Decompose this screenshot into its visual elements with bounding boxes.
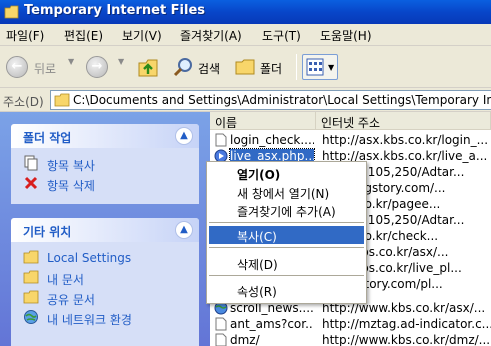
folders-icon	[235, 59, 255, 75]
file-name: dmz/	[230, 333, 260, 346]
views-button[interactable]: ▼	[302, 54, 338, 80]
menu-separator	[209, 275, 364, 276]
column-header-name[interactable]: 이름	[210, 112, 316, 130]
file-tasks-panel: 폴더 작업 ▲ 항목 복사 항목 삭제	[11, 124, 199, 204]
copy-item-label: 항목 복사	[47, 159, 95, 173]
menu-properties[interactable]: 속성(R)	[209, 281, 364, 299]
search-button[interactable]: 검색	[170, 54, 228, 80]
place-label: 내 네트워크 환경	[47, 313, 132, 327]
file-icon	[215, 317, 227, 331]
place-label: 공유 문서	[47, 293, 95, 307]
address-value: C:\Documents and Settings\Administrator\…	[73, 93, 491, 107]
network-icon	[24, 310, 38, 324]
chevron-down-icon[interactable]: ▼	[118, 57, 124, 66]
address-bar: 주소(D) C:\Documents and Settings\Administ…	[0, 88, 491, 112]
forward-button[interactable]: →	[86, 56, 108, 78]
place-local-settings[interactable]: Local Settings	[23, 248, 199, 268]
other-places-panel: 기타 위치 ▲ Local Settings 내 문서 공유 문서 내 네트워크…	[11, 218, 199, 346]
task-pane: 폴더 작업 ▲ 항목 복사 항목 삭제 기타 위치 ▲ Local Settin…	[0, 112, 210, 346]
menu-favorites[interactable]: 즐겨찾기(A)	[180, 27, 242, 44]
file-tasks-header[interactable]: 폴더 작업 ▲	[11, 124, 199, 148]
menu-tools[interactable]: 도구(T)	[262, 27, 301, 44]
file-name: ant_ams?cor....	[230, 317, 314, 331]
place-my-documents[interactable]: 내 문서	[23, 268, 199, 288]
file-name: login_check....	[230, 133, 314, 147]
collapse-icon[interactable]: ▲	[175, 127, 193, 145]
file-address: http://mztag.ad-indicator.c...	[322, 317, 491, 331]
file-icon	[215, 333, 227, 346]
place-label: 내 문서	[47, 273, 84, 287]
folder-icon	[23, 290, 39, 304]
collapse-icon[interactable]: ▲	[175, 221, 193, 239]
file-row[interactable]: dmz/ http://www.kbs.co.kr/dmz/...	[210, 332, 491, 346]
folders-button[interactable]: 폴더	[232, 54, 290, 80]
file-icon	[215, 133, 227, 147]
delete-item-label: 항목 삭제	[47, 179, 95, 193]
file-row[interactable]: ant_ams?cor.... http://mztag.ad-indicato…	[210, 316, 491, 332]
back-arrow-icon: ←	[6, 56, 28, 78]
copy-icon	[24, 155, 38, 171]
menu-separator	[209, 247, 364, 248]
menu-separator	[209, 222, 364, 223]
place-shared-documents[interactable]: 공유 문서	[23, 288, 199, 308]
search-label: 검색	[198, 62, 221, 76]
menu-view[interactable]: 보기(V)	[122, 27, 162, 44]
chevron-down-icon: ▼	[328, 63, 335, 72]
column-header-address[interactable]: 인터넷 주소	[316, 112, 491, 130]
menu-help[interactable]: 도움말(H)	[320, 27, 372, 44]
up-folder-icon[interactable]	[136, 55, 160, 79]
file-row[interactable]: login_check.... http://asx.kbs.co.kr/log…	[210, 132, 491, 148]
file-tasks-title: 폴더 작업	[23, 131, 72, 145]
title-bar[interactable]: Temporary Internet Files	[0, 0, 491, 24]
menu-delete[interactable]: 삭제(D)	[209, 254, 364, 272]
folders-label: 폴더	[260, 62, 283, 76]
chevron-down-icon[interactable]: ▼	[68, 57, 74, 66]
menu-file[interactable]: 파일(F)	[6, 27, 44, 44]
copy-item-task[interactable]: 항목 복사	[23, 154, 199, 174]
toolbar-separator	[296, 54, 297, 80]
folder-icon	[54, 93, 70, 107]
file-address: http://www.kbs.co.kr/dmz/...	[322, 333, 491, 346]
context-menu: 열기(O) 새 창에서 열기(N) 즐겨찾기에 추가(A) 복사(C) 삭제(D…	[206, 161, 367, 304]
menu-add-to-favorites[interactable]: 즐겨찾기에 추가(A)	[209, 201, 364, 219]
folder-icon	[23, 250, 39, 264]
address-label: 주소(D)	[3, 95, 44, 109]
delete-item-task[interactable]: 항목 삭제	[23, 174, 199, 194]
menu-open-new-window[interactable]: 새 창에서 열기(N)	[209, 183, 364, 201]
place-label: Local Settings	[47, 251, 132, 265]
window-title: Temporary Internet Files	[24, 3, 206, 18]
delete-icon	[24, 176, 38, 190]
file-address: http://asx.kbs.co.kr/login_...	[322, 133, 489, 147]
back-label: 뒤로	[34, 62, 57, 76]
search-icon	[173, 58, 192, 77]
toolbar: ← 뒤로 ▼ → ▼ 검색 폴더 ▼	[0, 46, 491, 88]
folder-icon	[4, 5, 19, 19]
address-input[interactable]: C:\Documents and Settings\Administrator\…	[50, 90, 491, 110]
menu-edit[interactable]: 편집(E)	[64, 27, 103, 44]
folder-icon	[23, 270, 39, 284]
other-places-header[interactable]: 기타 위치 ▲	[11, 218, 199, 242]
views-icon	[306, 58, 324, 76]
menu-copy[interactable]: 복사(C)	[209, 226, 364, 244]
other-places-title: 기타 위치	[23, 225, 72, 239]
menu-bar: 파일(F) 편집(E) 보기(V) 즐겨찾기(A) 도구(T) 도움말(H)	[0, 24, 491, 46]
place-my-network[interactable]: 내 네트워크 환경	[23, 308, 199, 328]
menu-open[interactable]: 열기(O)	[209, 164, 364, 182]
